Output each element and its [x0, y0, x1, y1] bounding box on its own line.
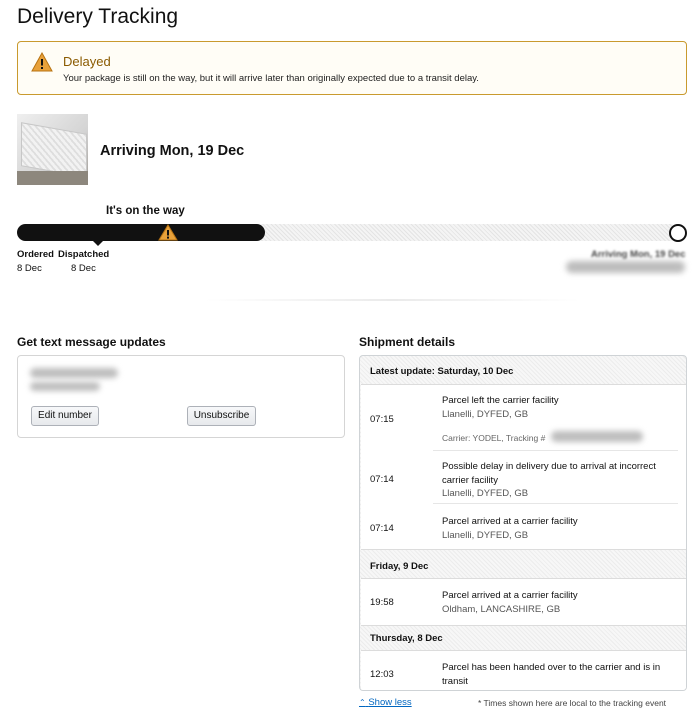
- step-ordered-label: Ordered: [17, 249, 54, 260]
- show-less-link[interactable]: ⌃ Show less: [359, 697, 412, 708]
- event-text: Parcel arrived at a carrier facility: [442, 516, 578, 527]
- event-location: Llanelli, DYFED, GB: [442, 529, 529, 541]
- edit-number-button[interactable]: Edit number: [31, 406, 99, 426]
- event-location: Llanelli, DYFED, GB: [442, 408, 529, 420]
- step-dispatched-label: Dispatched: [58, 249, 110, 260]
- redacted-tracking-number: [551, 431, 643, 442]
- collapse-icon: ⌃: [359, 698, 366, 707]
- warning-icon: [31, 52, 53, 72]
- event-carrier: Carrier: YODEL, Tracking #: [442, 433, 546, 443]
- floor-shadow: [17, 171, 88, 185]
- warning-icon: [158, 224, 178, 241]
- step-arriving-label: Arriving Mon, 19 Dec: [591, 249, 686, 260]
- event-separator: [433, 450, 678, 451]
- event-location: Oldham, LANCASHIRE, GB: [442, 603, 561, 615]
- shipment-details-box: Latest update: Saturday, 10 Dec 07:15 Pa…: [359, 355, 687, 691]
- alert-title: Delayed: [63, 54, 111, 69]
- event-separator: [433, 503, 678, 504]
- event-time: 07:15: [370, 414, 394, 425]
- product-image[interactable]: [17, 114, 88, 185]
- shipment-day-card: 12:03 Parcel has been handed over to the…: [361, 650, 686, 690]
- sms-section-title: Get text message updates: [17, 335, 166, 349]
- event-time: 07:14: [370, 523, 394, 534]
- event-description: Parcel left the carrier facility Llanell…: [442, 394, 667, 421]
- mattress-image: [21, 122, 87, 178]
- event-description: Possible delay in delivery due to arriva…: [442, 460, 667, 501]
- event-description: Parcel arrived at a carrier facility Old…: [442, 589, 667, 616]
- shipment-day-card: 07:15 Parcel left the carrier facility L…: [361, 384, 686, 550]
- step-dispatched-date: 8 Dec: [71, 263, 96, 274]
- show-less-label: Show less: [368, 697, 412, 708]
- event-location: Llanelli, DYFED, GB: [442, 488, 529, 499]
- event-text: Parcel left the carrier facility: [442, 395, 559, 406]
- section-divider: [205, 299, 580, 301]
- arriving-date-heading: Arriving Mon, 19 Dec: [100, 143, 245, 159]
- page-title: Delivery Tracking: [17, 5, 179, 28]
- alert-message: Your package is still on the way, but it…: [63, 73, 479, 84]
- step-ordered-date: 8 Dec: [17, 263, 42, 274]
- shipment-day-header: Friday, 9 Dec: [370, 561, 429, 572]
- event-time: 12:03: [370, 669, 394, 680]
- timezone-footnote: * Times shown here are local to the trac…: [478, 698, 667, 708]
- progress-status: It's on the way: [106, 205, 185, 217]
- shipment-day-header: Thursday, 8 Dec: [370, 633, 443, 644]
- event-description: Parcel has been handed over to the carri…: [442, 661, 667, 688]
- unsubscribe-button[interactable]: Unsubscribe: [187, 406, 256, 426]
- redacted-address: [566, 261, 685, 273]
- event-text: Parcel arrived at a carrier facility: [442, 590, 578, 601]
- shipment-day-header: Latest update: Saturday, 10 Dec: [370, 366, 514, 377]
- event-text: Parcel has been handed over to the carri…: [442, 662, 661, 687]
- redacted-text: [30, 368, 118, 378]
- shipment-section-title: Shipment details: [359, 335, 456, 349]
- event-text: Possible delay in delivery due to arriva…: [442, 461, 656, 486]
- redacted-phone-number: [30, 382, 100, 391]
- event-description: Parcel arrived at a carrier facility Lla…: [442, 515, 667, 542]
- progress-fill: [17, 224, 265, 241]
- delay-alert: Delayed Your package is still on the way…: [17, 41, 687, 95]
- event-time: 07:14: [370, 474, 394, 485]
- event-time: 19:58: [370, 597, 394, 608]
- sms-updates-box: Edit number Unsubscribe: [17, 355, 345, 438]
- shipment-day-card: 19:58 Parcel arrived at a carrier facili…: [361, 578, 686, 626]
- progress-track: [17, 224, 678, 246]
- progress-end-marker: [669, 224, 687, 242]
- progress-pointer: [93, 241, 103, 246]
